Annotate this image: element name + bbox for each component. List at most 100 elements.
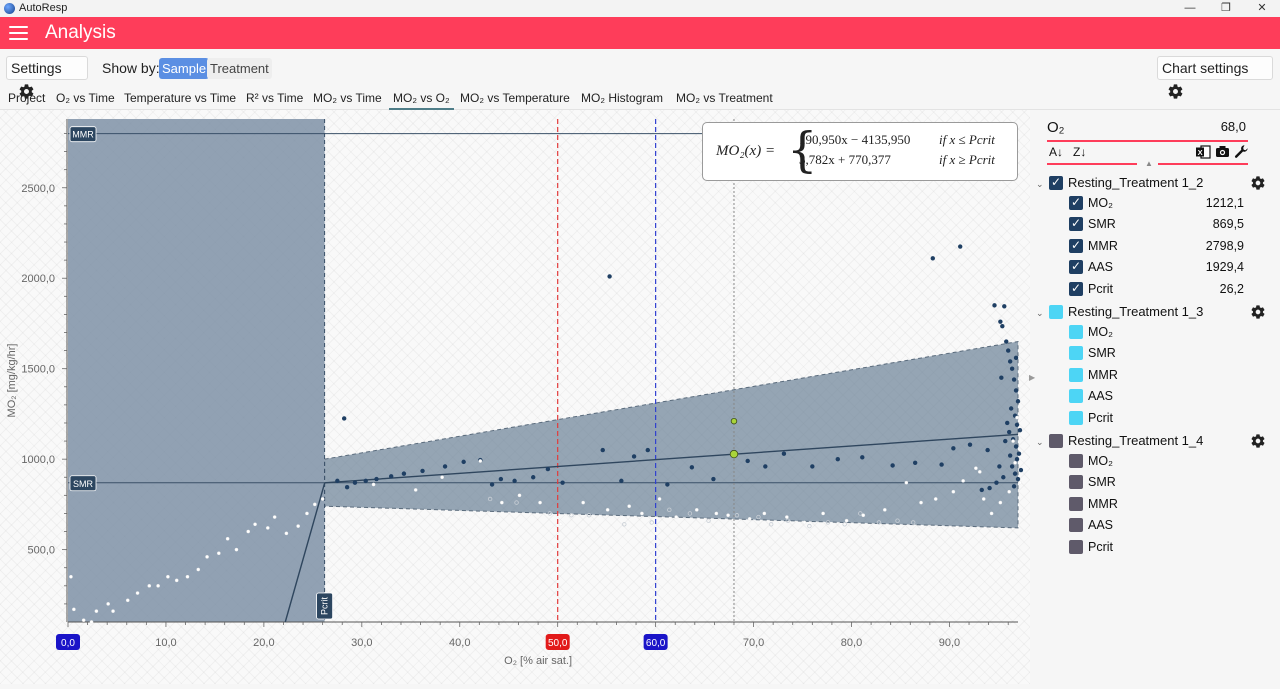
data-point[interactable] [498,476,504,482]
data-point[interactable] [320,497,325,501]
data-point[interactable] [196,567,201,572]
data-point[interactable] [967,442,973,447]
series-item[interactable]: MMR [1069,367,1179,384]
data-point[interactable] [111,609,115,613]
data-point[interactable] [1013,460,1017,465]
x-marker-value[interactable]: 0,0 [61,638,75,649]
series-item[interactable]: ✓ Pcrit [1069,281,1179,298]
data-point[interactable] [989,511,994,516]
data-point[interactable] [217,551,221,556]
data-point[interactable] [1013,355,1019,361]
data-point[interactable] [538,500,542,505]
data-point[interactable] [185,574,190,579]
data-point[interactable] [645,447,650,453]
item-checkbox[interactable]: ✓ [1069,281,1083,296]
data-point[interactable] [627,504,631,509]
data-point[interactable] [125,598,130,603]
data-point[interactable] [512,478,517,484]
wrench-icon[interactable] [1234,144,1249,159]
item-checkbox[interactable] [1069,475,1083,490]
sort-ascending-icon[interactable]: A↓ [1049,146,1063,159]
data-point[interactable] [81,618,86,622]
data-point[interactable] [930,256,935,261]
data-point[interactable] [802,520,807,525]
data-point[interactable] [284,531,289,536]
data-point[interactable] [987,485,992,491]
series-item[interactable]: SMR [1069,345,1179,362]
group-checkbox[interactable]: ✓ [1049,175,1063,190]
data-point[interactable] [674,515,678,519]
data-point[interactable] [961,479,965,483]
data-point[interactable] [1014,422,1020,427]
data-point[interactable] [440,475,444,480]
data-point[interactable] [1011,439,1015,443]
data-point[interactable] [296,524,300,528]
data-point[interactable] [305,511,309,516]
data-point[interactable] [939,462,944,467]
data-point[interactable] [69,574,73,579]
chart-area[interactable]: 10,0 20,0 30,0 40,0 50,0 60,0 70,0 80,0 90,0 500,… [0,110,1030,684]
data-point[interactable] [979,487,984,493]
data-point[interactable] [985,447,990,453]
series-item[interactable]: MO₂ [1069,453,1179,470]
data-point[interactable] [1004,339,1009,344]
data-point[interactable] [156,584,160,588]
data-point[interactable] [904,480,909,485]
series-item[interactable]: MO₂ [1069,324,1179,341]
data-point[interactable] [994,480,999,485]
group-header[interactable]: ⌄ Resting_Treatment 1_3 [1036,303,1236,321]
series-item[interactable]: ✓ MMR [1069,238,1179,255]
data-point[interactable] [1001,475,1006,480]
splitter-caret-icon[interactable]: ▲ [1145,159,1153,168]
data-point[interactable] [413,488,418,492]
data-point[interactable] [997,464,1002,469]
data-point[interactable] [478,459,483,463]
data-point[interactable] [1012,471,1018,476]
data-point[interactable] [461,459,466,465]
data-point[interactable] [442,464,448,469]
data-point[interactable] [714,511,719,516]
menu-icon[interactable] [9,26,28,41]
data-point[interactable] [763,464,768,469]
data-point[interactable] [657,497,662,501]
data-point[interactable] [1018,480,1022,485]
data-point[interactable] [106,602,110,606]
data-point[interactable] [762,511,767,516]
data-point[interactable] [225,536,230,541]
data-point[interactable] [234,547,239,552]
tab-o2-vs-time[interactable]: O₂ vs Time [56,91,115,106]
item-checkbox[interactable] [1069,410,1083,425]
item-checkbox[interactable] [1069,496,1083,511]
data-point[interactable] [912,460,918,465]
group-settings-gear-icon[interactable] [1250,433,1266,449]
data-point[interactable] [174,578,179,583]
data-point[interactable] [1016,451,1022,456]
tab-mo2-vs-temperature[interactable]: MO₂ vs Temperature [460,91,570,106]
tab-mo2-vs-time[interactable]: MO₂ vs Time [313,91,382,106]
data-point[interactable] [371,482,376,487]
chart-settings-button[interactable]: Chart settings [1157,56,1273,99]
data-point[interactable] [860,455,865,460]
data-point[interactable] [489,482,495,487]
series-item[interactable]: AAS [1069,517,1179,534]
data-point[interactable] [272,515,277,519]
x-marker-value[interactable]: 60,0 [646,638,666,649]
tab-mo2-vs-treatment[interactable]: MO₂ vs Treatment [676,91,773,106]
data-point[interactable] [999,375,1004,380]
data-point[interactable] [94,609,99,613]
data-point[interactable] [711,476,716,482]
data-point[interactable] [978,470,982,474]
data-point[interactable] [951,489,956,494]
data-point[interactable] [205,555,209,559]
item-checkbox[interactable] [1069,346,1083,361]
highlighted-point[interactable] [729,449,739,459]
data-point[interactable] [998,500,1003,505]
tab-project[interactable]: Project [8,91,45,106]
data-point[interactable] [1007,453,1013,458]
data-point[interactable] [1014,456,1020,462]
data-point[interactable] [607,274,612,279]
data-point[interactable] [745,458,750,464]
group-settings-gear-icon[interactable] [1250,304,1266,320]
tab-r2-vs-time[interactable]: R² vs Time [246,91,303,106]
data-point[interactable] [1015,415,1019,420]
